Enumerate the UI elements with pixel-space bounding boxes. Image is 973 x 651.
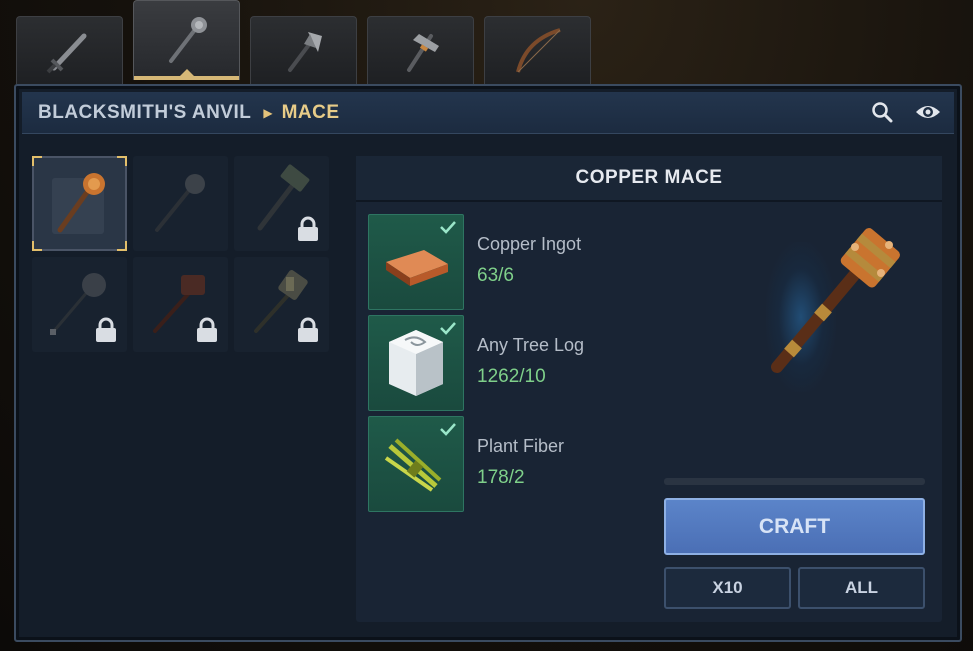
panel-header: BLACKSMITH'S ANVIL ▶ MACE bbox=[22, 92, 954, 134]
ingredient-count: 63/6 bbox=[477, 265, 514, 286]
ingredient-count: 1262/10 bbox=[477, 366, 546, 387]
bow-icon bbox=[515, 27, 561, 73]
axe-icon bbox=[287, 31, 322, 72]
tab-pickaxe[interactable] bbox=[367, 16, 474, 84]
lock-icon bbox=[197, 317, 217, 342]
breadcrumb-category: MACE bbox=[281, 101, 340, 123]
checkmark-icon bbox=[440, 423, 456, 436]
pickaxe-icon bbox=[406, 33, 439, 72]
tab-bow[interactable] bbox=[484, 16, 591, 84]
lock-icon bbox=[96, 317, 116, 342]
ingredient-count: 178/2 bbox=[477, 467, 525, 488]
tab-axe[interactable] bbox=[250, 16, 357, 84]
ingredient-row: Copper Ingot 63/6 bbox=[368, 214, 584, 311]
header-icons bbox=[870, 100, 942, 124]
craft-progress-bar bbox=[664, 478, 925, 485]
selection-corner bbox=[117, 241, 127, 251]
recipe-slot-iron-mace[interactable] bbox=[133, 156, 228, 251]
recipe-slot-maul[interactable] bbox=[234, 257, 329, 352]
plant-fiber-icon bbox=[384, 438, 442, 492]
recipe-slot-hammer[interactable] bbox=[234, 156, 329, 251]
item-preview bbox=[726, 212, 926, 412]
eye-icon[interactable] bbox=[914, 100, 942, 124]
checkmark-icon bbox=[440, 322, 456, 335]
craft-all-button[interactable]: ALL bbox=[798, 567, 925, 609]
ingredient-list: Copper Ingot 63/6 Any Tree Log 1262/10 P… bbox=[368, 214, 584, 517]
ingredient-slot[interactable] bbox=[368, 416, 464, 512]
ingredient-name: Copper Ingot bbox=[477, 234, 582, 254]
lock-icon bbox=[298, 317, 318, 342]
recipe-slot-warhammer[interactable] bbox=[133, 257, 228, 352]
lock-icon bbox=[298, 216, 318, 241]
recipe-grid bbox=[32, 156, 329, 352]
copper-ingot-icon bbox=[386, 250, 448, 286]
craft-x10-button[interactable]: X10 bbox=[664, 567, 791, 609]
recipe-slot-copper-mace[interactable] bbox=[32, 156, 127, 251]
weapon-category-tabs bbox=[16, 0, 591, 84]
breadcrumb-separator-icon: ▶ bbox=[263, 105, 273, 120]
search-icon[interactable] bbox=[870, 100, 894, 124]
copper-mace-preview-icon bbox=[771, 228, 900, 373]
ingredient-name: Plant Fiber bbox=[477, 436, 565, 456]
crafting-panel: BLACKSMITH'S ANVIL ▶ MACE COPPER MACE Co… bbox=[14, 84, 962, 642]
ingredient-slot[interactable] bbox=[368, 315, 464, 411]
craft-button[interactable]: CRAFT bbox=[664, 498, 925, 555]
checkmark-icon bbox=[440, 221, 456, 234]
ingredient-name: Any Tree Log bbox=[477, 335, 585, 355]
mace-icon bbox=[168, 16, 207, 63]
tab-mace[interactable] bbox=[133, 0, 240, 80]
tree-log-icon bbox=[389, 330, 443, 396]
selection-corner bbox=[32, 156, 42, 166]
copper-mace-icon bbox=[51, 172, 105, 234]
ingredient-row: Any Tree Log 1262/10 bbox=[368, 315, 584, 412]
recipe-detail: COPPER MACE Copper Ingot 63/6 Any Tree L… bbox=[356, 156, 942, 622]
selection-corner bbox=[117, 156, 127, 166]
selection-corner bbox=[32, 241, 42, 251]
ingredient-slot[interactable] bbox=[368, 214, 464, 310]
iron-mace-icon bbox=[154, 173, 205, 232]
active-tab-pointer bbox=[179, 69, 194, 76]
tab-sword[interactable] bbox=[16, 16, 123, 84]
sword-icon bbox=[46, 33, 86, 73]
recipe-slot-morningstar[interactable] bbox=[32, 257, 127, 352]
ingredient-row: Plant Fiber 178/2 bbox=[368, 416, 584, 513]
recipe-title: COPPER MACE bbox=[356, 156, 942, 202]
breadcrumb-station[interactable]: BLACKSMITH'S ANVIL bbox=[38, 102, 251, 124]
